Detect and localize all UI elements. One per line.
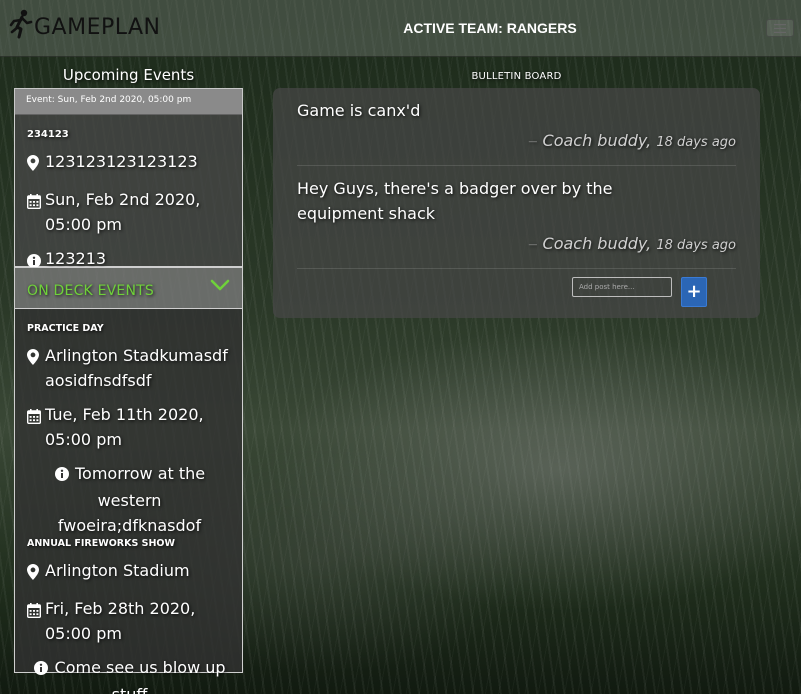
- post-meta: — Coach buddy, 18 days ago: [297, 131, 736, 165]
- on-deck-heading: ON DECK EVENTS: [27, 283, 154, 299]
- map-marker-icon: [27, 343, 45, 372]
- post-meta: — Coach buddy, 18 days ago: [297, 234, 736, 268]
- chevron-down-icon: [210, 279, 230, 291]
- calendar-icon: [26, 402, 45, 431]
- bulletin-post: Hey Guys, there's a badger over by the e…: [297, 176, 736, 269]
- calendar-icon: [26, 187, 45, 216]
- on-deck-toggle[interactable]: ON DECK EVENTS: [14, 267, 243, 309]
- event-title: 234123: [27, 129, 69, 140]
- event-location-text: 123123123123123: [45, 152, 198, 171]
- event-location: 123123123123123: [27, 149, 242, 178]
- event-location-text: Arlington Stadium: [45, 561, 190, 580]
- post-text: Game is canx'd: [297, 101, 421, 120]
- new-post-input[interactable]: [572, 277, 672, 297]
- new-post-form: +: [572, 277, 707, 307]
- event-datetime-text: Sun, Feb 2nd 2020, 05:00 pm: [45, 190, 201, 234]
- brand-name: GAMEPLAN: [34, 14, 161, 40]
- on-deck-event: PRACTICE DAY Arlington Stadkumasdfaosidf…: [26, 323, 232, 538]
- on-deck-event: ANNUAL FIREWORKS SHOW Arlington Stadium …: [26, 538, 232, 694]
- event-datetime: Sun, Feb 2nd 2020, 05:00 pm: [26, 187, 242, 237]
- upcoming-events-heading: Upcoming Events: [62, 66, 195, 84]
- post-dash: —: [528, 137, 538, 147]
- bulletin-post: Game is canx'd — Coach buddy, 18 days ag…: [297, 98, 736, 166]
- add-post-button[interactable]: +: [681, 277, 707, 307]
- event-datetime-text: Tue, Feb 11th 2020, 05:00 pm: [45, 405, 204, 449]
- post-timestamp: 18 days ago: [656, 238, 736, 253]
- brand-logo[interactable]: GAMEPLAN: [8, 6, 161, 42]
- upcoming-event-selector[interactable]: Event: Sun, Feb 2nd 2020, 05:00 pm: [14, 88, 243, 115]
- calendar-icon: [26, 596, 45, 625]
- post-author: Coach buddy,: [542, 131, 652, 150]
- event-info: Come see us blow up stuff: [27, 655, 232, 694]
- event-title: ANNUAL FIREWORKS SHOW: [27, 538, 175, 549]
- event-datetime: Tue, Feb 11th 2020, 05:00 pm: [26, 402, 232, 452]
- hamburger-menu-icon: [774, 23, 786, 33]
- upcoming-event-card: 234123 123123123123123 Sun, Feb 2nd 2020…: [14, 114, 243, 268]
- event-location: Arlington Stadium: [27, 558, 232, 587]
- active-team-title: ACTIVE TEAM: RANGERS: [403, 20, 577, 36]
- post-dash: —: [528, 240, 538, 250]
- event-info-text: Tomorrow at the western fwoeira;dfknasdo…: [57, 464, 206, 535]
- post-author: Coach buddy,: [542, 234, 652, 253]
- menu-toggle-button[interactable]: [766, 19, 794, 37]
- post-text: Hey Guys, there's a badger over by the e…: [297, 179, 613, 223]
- event-info: Tomorrow at the western fwoeira;dfknasdo…: [27, 461, 232, 538]
- event-location-text: Arlington Stadkumasdfaosidfnsdfsdf: [45, 346, 228, 390]
- info-circle-icon: [54, 463, 70, 488]
- event-datetime: Fri, Feb 28th 2020, 05:00 pm: [26, 596, 232, 646]
- bulletin-board-heading: BULLETIN BOARD: [471, 71, 562, 82]
- navbar: GAMEPLAN ACTIVE TEAM: RANGERS: [0, 0, 801, 57]
- event-title: PRACTICE DAY: [27, 323, 104, 334]
- runner-icon: [9, 9, 33, 39]
- info-circle-icon: [33, 657, 49, 682]
- post-timestamp: 18 days ago: [656, 135, 736, 150]
- on-deck-list: PRACTICE DAY Arlington Stadkumasdfaosidf…: [14, 309, 243, 694]
- bulletin-board: Game is canx'd — Coach buddy, 18 days ag…: [273, 88, 760, 318]
- event-location: Arlington Stadkumasdfaosidfnsdfsdf: [27, 343, 232, 393]
- map-marker-icon: [27, 149, 45, 178]
- event-info-text: Come see us blow up stuff: [54, 658, 226, 694]
- map-marker-icon: [27, 558, 45, 587]
- event-datetime-text: Fri, Feb 28th 2020, 05:00 pm: [45, 599, 196, 643]
